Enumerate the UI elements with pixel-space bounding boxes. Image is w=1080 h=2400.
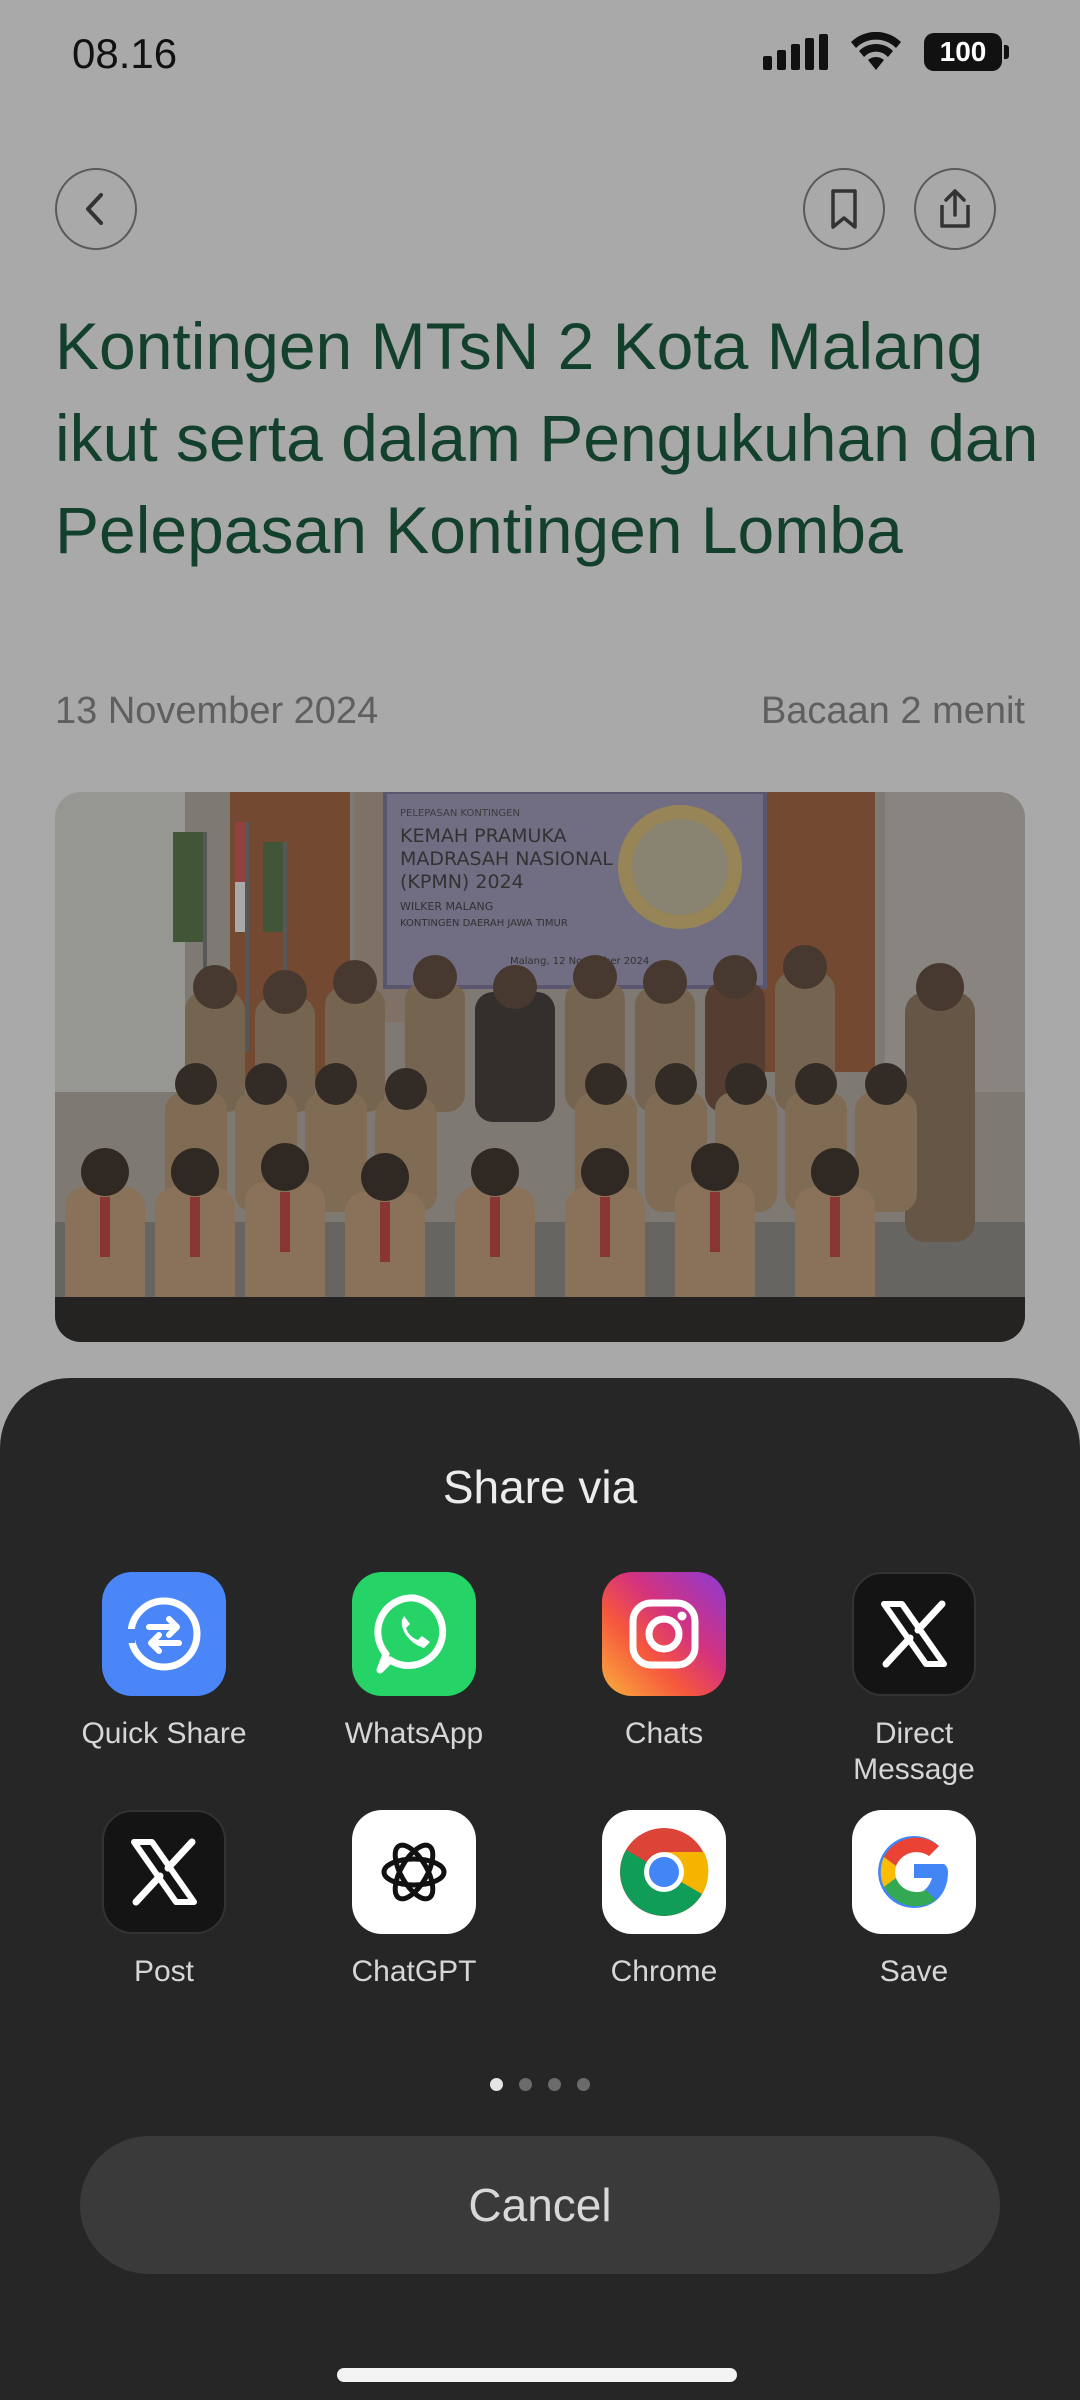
article-read-time: Bacaan 2 menit	[760, 690, 1025, 732]
x-icon	[852, 1572, 976, 1696]
app-label: Direct Message	[853, 1717, 975, 1786]
article-photo[interactable]: PELEPASAN KONTINGEN KEMAH PRAMUKA MADRAS…	[55, 792, 1025, 1342]
article-date: 13 November 2024	[55, 690, 379, 732]
home-indicator[interactable]	[337, 2368, 737, 2382]
group-photo-image: PELEPASAN KONTINGEN KEMAH PRAMUKA MADRAS…	[55, 792, 1025, 1342]
share-app-x-direct-message[interactable]: Direct Message	[814, 1572, 1014, 1788]
app-label: Quick Share	[81, 1717, 247, 1750]
chrome-icon	[602, 1810, 726, 1934]
article-meta: 13 November 2024 Bacaan 2 menit	[55, 690, 1025, 733]
whatsapp-icon	[352, 1572, 476, 1696]
status-time: 08.16	[72, 30, 178, 77]
share-app-quick-share[interactable]: Quick Share	[64, 1572, 264, 1752]
share-sheet-title: Share via	[442, 1461, 638, 1513]
share-app-whatsapp[interactable]: WhatsApp	[314, 1572, 514, 1752]
app-label: ChatGPT	[351, 1955, 477, 1988]
share-app-chrome[interactable]: Chrome	[564, 1810, 764, 1990]
article-title: Kontingen MTsN 2 Kota Malang ikut serta …	[55, 309, 1039, 567]
back-button[interactable]	[55, 168, 137, 250]
chevron-left-icon	[86, 193, 103, 225]
share-app-instagram-chats[interactable]: Chats	[564, 1572, 764, 1752]
bookmark-icon	[831, 189, 857, 229]
app-label: Chrome	[610, 1955, 718, 1988]
chatgpt-icon	[352, 1810, 476, 1934]
page-indicator	[490, 2078, 590, 2091]
quick-share-icon	[102, 1572, 226, 1696]
app-label: Post	[133, 1955, 195, 1988]
share-icon	[940, 189, 970, 228]
instagram-icon	[602, 1572, 726, 1696]
signal-icon	[763, 34, 828, 70]
status-bar: 08.16 100	[0, 0, 1080, 110]
app-label: Chats	[624, 1717, 704, 1750]
share-app-chatgpt[interactable]: ChatGPT	[314, 1810, 514, 1990]
status-icons: 100	[763, 32, 1009, 72]
share-app-google-save[interactable]: Save	[814, 1810, 1014, 1990]
x-icon	[102, 1810, 226, 1934]
app-label: Save	[879, 1955, 949, 1988]
app-label: WhatsApp	[344, 1717, 484, 1750]
page-dot-2	[519, 2078, 532, 2091]
share-button[interactable]	[914, 168, 996, 250]
cancel-button[interactable]: Cancel	[80, 2136, 1000, 2274]
share-sheet: Share via Quick Share WhatsApp Chats Dir…	[0, 1378, 1080, 2400]
bookmark-button[interactable]	[803, 168, 885, 250]
page-dot-4	[577, 2078, 590, 2091]
share-app-x-post[interactable]: Post	[64, 1810, 264, 1990]
google-icon	[852, 1810, 976, 1934]
wifi-icon	[851, 32, 901, 70]
battery-icon: 100	[924, 33, 1009, 71]
page-dot-3	[548, 2078, 561, 2091]
page-dot-1	[490, 2078, 503, 2091]
